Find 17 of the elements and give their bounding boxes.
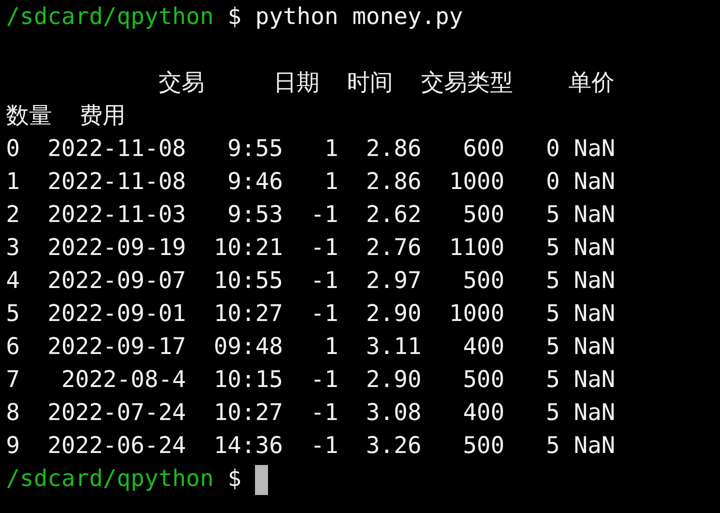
prompt-path: /sdcard/qpython bbox=[6, 3, 214, 32]
output-line: 数量 费用 bbox=[6, 102, 126, 131]
output-line: 3 2022-09-19 10:21 -1 2.76 1100 5 NaN bbox=[6, 234, 616, 263]
output-line: 交易 日期 时间 交易类型 单价 bbox=[157, 69, 614, 98]
output-line: 9 2022-06-24 14:36 -1 3.26 500 5 NaN bbox=[6, 432, 616, 461]
prompt-symbol: $ bbox=[226, 465, 242, 494]
output-line: 2 2022-11-03 9:53 -1 2.62 500 5 NaN bbox=[6, 201, 616, 230]
output-line: 0 2022-11-08 9:55 1 2.86 600 0 NaN bbox=[6, 135, 616, 164]
output-line: 8 2022-07-24 10:27 -1 3.08 400 5 NaN bbox=[6, 399, 616, 428]
command-text: python money.py bbox=[254, 3, 463, 32]
prompt-path: /sdcard/qpython bbox=[6, 465, 214, 494]
prompt-symbol: $ bbox=[226, 3, 242, 32]
output-line: 7 2022-08-4 10:15 -1 2.90 500 5 NaN bbox=[6, 366, 616, 395]
output-line: 5 2022-09-01 10:27 -1 2.90 1000 5 NaN bbox=[6, 300, 616, 329]
output-line: 1 2022-11-08 9:46 1 2.86 1000 0 NaN bbox=[6, 168, 616, 197]
output-line: 6 2022-09-17 09:48 1 3.11 400 5 NaN bbox=[6, 333, 616, 362]
output-line: 4 2022-09-07 10:55 -1 2.97 500 5 NaN bbox=[6, 267, 616, 296]
